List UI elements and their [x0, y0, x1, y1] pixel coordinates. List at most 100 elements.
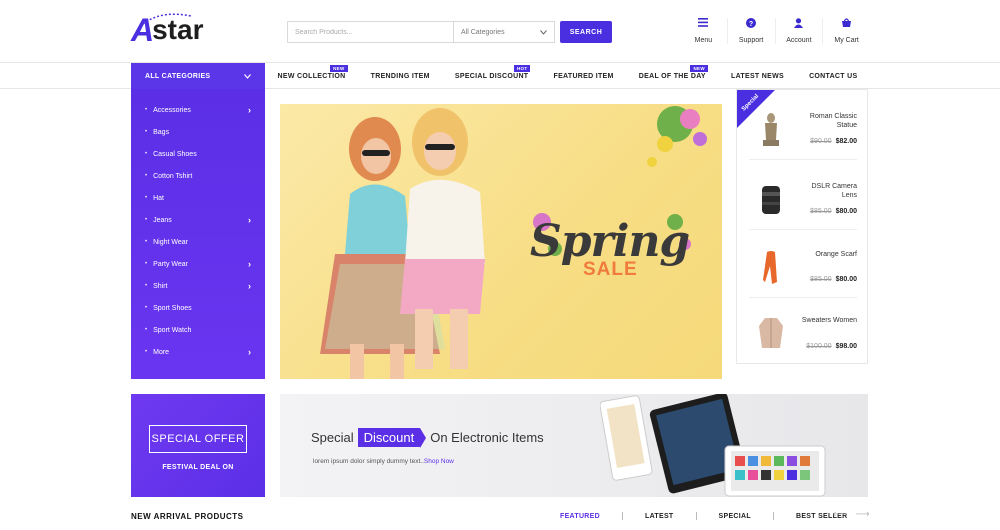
nav-latest-news[interactable]: LATEST NEWS [731, 73, 784, 80]
chevron-right-icon: › [248, 347, 251, 357]
sidebar-item-jeans[interactable]: • Jeans › [131, 209, 265, 231]
bullet-icon: • [145, 129, 148, 135]
camera-lens-image [762, 186, 780, 214]
site-header: A star All Categories SEARCH Menu ? Supp… [0, 0, 1000, 63]
header-menu-label: Menu [694, 37, 713, 44]
special-product[interactable]: Sweaters Women $100.00 $98.00 [749, 302, 857, 363]
category-select[interactable]: All Categories [453, 22, 554, 42]
tab-divider [695, 512, 697, 520]
sidebar-item-label: Sport Shoes [153, 304, 192, 312]
nav-deal-of-the-day[interactable]: DEAL OF THE DAY NEW [638, 64, 708, 80]
product-price: $85.00 $80.00 [810, 208, 857, 215]
header-actions: Menu ? Support Account My Cart [680, 18, 870, 48]
headline-highlight: Discount [357, 428, 426, 448]
header-account[interactable]: Account [774, 18, 823, 44]
tab-divider [772, 512, 774, 520]
special-product[interactable]: Roman Classic Statue $90.00 $82.00 [749, 98, 857, 160]
category-list: • Accessories › • Bags • Casual Shoes • Cotto… [131, 89, 265, 363]
tab-special[interactable]: SPECIAL [719, 513, 751, 520]
chevron-right-icon: › [248, 105, 251, 115]
sidebar-item-casual-shoes[interactable]: • Casual Shoes [131, 143, 265, 165]
sidebar-item-label: Cotton Tshirt [153, 172, 193, 180]
bullet-icon: • [145, 327, 148, 333]
category-sidebar: • Accessories › • Bags • Casual Shoes • Cotto… [131, 89, 265, 379]
sidebar-item-label: Jeans [153, 216, 172, 224]
new-badge: NEW [690, 64, 708, 72]
bullet-icon: • [145, 107, 148, 113]
sidebar-item-label: Hat [153, 194, 165, 202]
sidebar-item-party-wear[interactable]: • Party Wear › [131, 253, 265, 275]
svg-text:?: ? [749, 21, 753, 28]
product-name: DSLR Camera Lens [811, 183, 857, 200]
tab-latest[interactable]: LATEST [645, 513, 674, 520]
nav-links: NEW COLLECTION NEW TRENDING ITEM SPECIAL … [265, 63, 870, 89]
sidebar-item-cotton-tshirt[interactable]: • Cotton Tshirt [131, 165, 265, 187]
cart-icon [842, 18, 852, 27]
header-support[interactable]: ? Support [726, 18, 775, 44]
sidebar-item-label: More [153, 348, 170, 356]
sidebar-item-label: Shirt [153, 282, 168, 290]
sidebar-item-shirt[interactable]: • Shirt › [131, 275, 265, 297]
sidebar-item-night-wear[interactable]: • Night Wear [131, 231, 265, 253]
new-arrivals-header: NEW ARRIVAL PRODUCTS FEATURED LATEST SPE… [0, 505, 1000, 530]
sidebar-item-sport-shoes[interactable]: • Sport Shoes [131, 297, 265, 319]
nav-special-discount-label: SPECIAL DISCOUNT [454, 72, 529, 80]
sidebar-item-accessories[interactable]: • Accessories › [131, 99, 265, 121]
headline-prefix: Special [311, 430, 354, 445]
offer-title: SPECIAL OFFER [149, 425, 247, 453]
nav-contact-us[interactable]: CONTACT US [809, 73, 857, 80]
logo[interactable]: A star [131, 10, 221, 50]
chevron-right-icon: › [248, 215, 251, 225]
arrow-right-icon[interactable]: ⟶ [855, 509, 869, 520]
menu-icon [698, 18, 709, 27]
electronics-banner[interactable]: Special Discount On Electronic Items lor… [280, 394, 868, 497]
product-price: $85.00 $80.00 [810, 276, 857, 283]
sidebar-item-more[interactable]: • More › [131, 341, 265, 363]
search-bar: All Categories [287, 21, 555, 43]
section-title: NEW ARRIVAL PRODUCTS [131, 512, 244, 521]
sidebar-item-sport-watch[interactable]: • Sport Watch [131, 319, 265, 341]
tab-featured[interactable]: FEATURED [560, 513, 600, 520]
old-price: $90.00 [810, 138, 832, 145]
electronics-description: lorem ipsum dolor simply dummy text..Sho… [313, 458, 454, 465]
search-input[interactable] [288, 22, 453, 42]
nav-featured-item[interactable]: FEATURED ITEM [554, 73, 614, 80]
bullet-icon: • [145, 283, 148, 289]
bullet-icon: • [145, 151, 148, 157]
shop-now-link[interactable]: Shop Now [424, 458, 454, 465]
nav-new-collection[interactable]: NEW COLLECTION NEW [277, 64, 348, 80]
nav-new-collection-label: NEW COLLECTION [277, 72, 346, 80]
all-categories-toggle[interactable]: ALL CATEGORIES [131, 63, 265, 89]
chevron-right-icon: › [248, 281, 251, 291]
scarf-image [763, 251, 777, 284]
hero-banner[interactable]: Spring SALE [280, 104, 722, 379]
sidebar-item-label: Sport Watch [153, 326, 192, 334]
electronics-text: lorem ipsum dolor simply dummy text.. [313, 458, 424, 465]
all-categories-label: ALL CATEGORIES [145, 72, 211, 80]
old-price: $100.00 [806, 343, 832, 350]
header-support-label: Support [738, 37, 764, 44]
devices-image [600, 394, 826, 497]
arrow-left-icon[interactable]: ⟵ [833, 509, 847, 520]
product-price: $100.00 $98.00 [806, 343, 857, 350]
old-price: $85.00 [810, 276, 832, 283]
sidebar-item-hat[interactable]: • Hat [131, 187, 265, 209]
nav-trending-item[interactable]: TRENDING ITEM [371, 73, 430, 80]
sidebar-item-bags[interactable]: • Bags [131, 121, 265, 143]
special-products: Special Roman Classic Statue $90.00 $82.0… [736, 89, 868, 364]
header-cart-label: My Cart [834, 37, 859, 44]
chevron-down-icon [244, 73, 251, 79]
bullet-icon: • [145, 349, 148, 355]
electronics-headline: Special Discount On Electronic Items [311, 428, 544, 448]
search-button[interactable]: SEARCH [560, 21, 612, 43]
nav-special-discount[interactable]: SPECIAL DISCOUNT HOT [454, 64, 531, 80]
old-price: $85.00 [810, 208, 832, 215]
nav-deal-of-the-day-label: DEAL OF THE DAY [638, 72, 706, 80]
special-offer-banner[interactable]: SPECIAL OFFER FESTIVAL DEAL ON [131, 394, 265, 497]
special-product[interactable]: DSLR Camera Lens $85.00 $80.00 [749, 168, 857, 230]
header-cart[interactable]: My Cart [822, 18, 870, 44]
header-menu[interactable]: Menu [680, 18, 727, 44]
banner-subtitle: SALE [583, 259, 638, 280]
special-product[interactable]: Orange Scarf $85.00 $80.00 [749, 236, 857, 298]
bullet-icon: • [145, 195, 148, 201]
